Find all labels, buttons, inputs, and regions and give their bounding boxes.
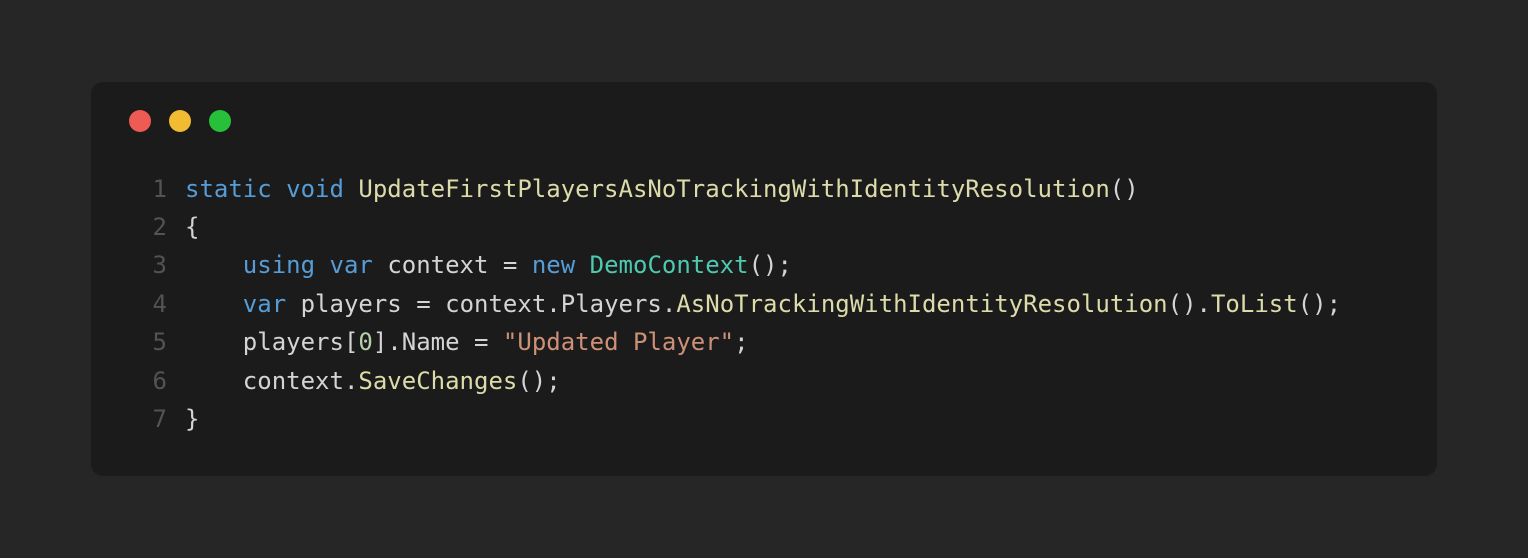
code-token: Name xyxy=(402,328,460,356)
traffic-lights xyxy=(129,110,1405,132)
code-token: context xyxy=(445,290,546,318)
line-number: 6 xyxy=(123,362,167,400)
code-token: . xyxy=(344,367,358,395)
code-line[interactable]: 1 static void UpdateFirstPlayersAsNoTrack… xyxy=(123,170,1405,208)
code-line[interactable]: 4 var players = context.Players.AsNoTrac… xyxy=(123,285,1405,323)
line-number: 4 xyxy=(123,285,167,323)
code-token: var xyxy=(330,251,373,279)
code-token: ; xyxy=(734,328,748,356)
code-token: [ xyxy=(344,328,358,356)
code-token: (); xyxy=(749,251,792,279)
code-token xyxy=(315,251,329,279)
code-token: ]. xyxy=(373,328,402,356)
code-token: (); xyxy=(1298,290,1341,318)
code-token: static xyxy=(185,175,272,203)
code-token: context xyxy=(387,251,488,279)
code-line[interactable]: 3 using var context = new DemoContext(); xyxy=(123,246,1405,284)
code-line[interactable]: 6 context.SaveChanges(); xyxy=(123,362,1405,400)
code-token: (); xyxy=(517,367,560,395)
code-token: "Updated Player" xyxy=(503,328,734,356)
code-token xyxy=(575,251,589,279)
code-line[interactable]: 7} xyxy=(123,400,1405,438)
code-token: = xyxy=(402,290,445,318)
code-token: = xyxy=(460,328,503,356)
code-token: = xyxy=(488,251,531,279)
line-number: 3 xyxy=(123,246,167,284)
code-content[interactable]: } xyxy=(185,400,199,438)
code-token: players xyxy=(301,290,402,318)
code-content[interactable]: players[0].Name = "Updated Player"; xyxy=(185,323,749,361)
code-token: AsNoTrackingWithIdentityResolution xyxy=(676,290,1167,318)
code-line[interactable]: 5 players[0].Name = "Updated Player"; xyxy=(123,323,1405,361)
code-token xyxy=(185,328,243,356)
code-token xyxy=(185,290,243,318)
code-token: . xyxy=(546,290,560,318)
code-token: (). xyxy=(1168,290,1211,318)
code-token: new xyxy=(532,251,575,279)
code-token xyxy=(373,251,387,279)
code-token: DemoContext xyxy=(590,251,749,279)
code-token: using xyxy=(243,251,315,279)
code-line[interactable]: 2{ xyxy=(123,208,1405,246)
code-content[interactable]: context.SaveChanges(); xyxy=(185,362,561,400)
code-token: . xyxy=(662,290,676,318)
code-token: } xyxy=(185,405,199,433)
line-number: 7 xyxy=(123,400,167,438)
code-content[interactable]: { xyxy=(185,208,199,246)
code-token xyxy=(272,175,286,203)
line-number: 5 xyxy=(123,323,167,361)
code-token: Players xyxy=(561,290,662,318)
code-token: { xyxy=(185,213,199,241)
code-content[interactable]: using var context = new DemoContext(); xyxy=(185,246,792,284)
code-token: 0 xyxy=(358,328,372,356)
code-area[interactable]: 1 static void UpdateFirstPlayersAsNoTrack… xyxy=(123,170,1405,439)
close-icon[interactable] xyxy=(129,110,151,132)
code-token: players xyxy=(243,328,344,356)
code-token xyxy=(286,290,300,318)
code-token: ToList xyxy=(1211,290,1298,318)
code-token xyxy=(344,175,358,203)
line-number: 1 xyxy=(123,170,167,208)
line-number: 2 xyxy=(123,208,167,246)
maximize-icon[interactable] xyxy=(209,110,231,132)
minimize-icon[interactable] xyxy=(169,110,191,132)
code-token xyxy=(185,367,243,395)
code-window: 1 static void UpdateFirstPlayersAsNoTrack… xyxy=(91,82,1437,477)
code-content[interactable]: static void UpdateFirstPlayersAsNoTracki… xyxy=(185,170,1139,208)
code-token: var xyxy=(243,290,286,318)
code-token: () xyxy=(1110,175,1139,203)
code-content[interactable]: var players = context.Players.AsNoTracki… xyxy=(185,285,1341,323)
code-token: context xyxy=(243,367,344,395)
code-token: void xyxy=(286,175,344,203)
code-token: SaveChanges xyxy=(358,367,517,395)
code-token: UpdateFirstPlayersAsNoTrackingWithIdenti… xyxy=(358,175,1109,203)
code-token xyxy=(185,251,243,279)
